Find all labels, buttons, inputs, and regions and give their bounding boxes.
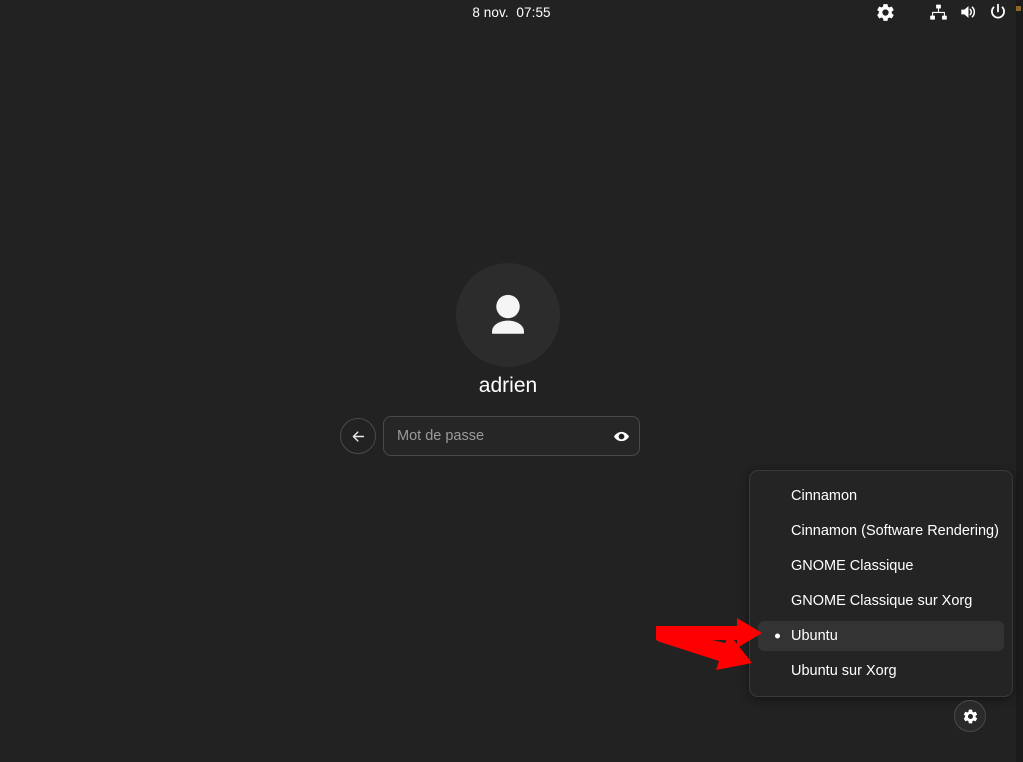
screen-right-edge — [1016, 0, 1023, 762]
session-menu-item-ubuntu[interactable]: Ubuntu — [758, 621, 1004, 651]
eye-icon[interactable] — [609, 424, 633, 448]
session-menu: Cinnamon Cinnamon (Software Rendering) G… — [749, 470, 1013, 697]
session-menu-item-label: Ubuntu — [791, 628, 838, 644]
session-chooser-button[interactable] — [954, 700, 986, 732]
selected-radio-dot — [775, 633, 780, 639]
avatar — [456, 263, 560, 367]
password-input[interactable] — [384, 417, 639, 455]
password-field-wrapper — [383, 416, 640, 456]
session-menu-item-label: Ubuntu sur Xorg — [791, 663, 897, 679]
session-menu-item-label: Cinnamon — [791, 488, 858, 504]
session-menu-item-gnome-classique[interactable]: GNOME Classique — [758, 551, 1004, 581]
back-button[interactable] — [340, 418, 376, 454]
session-menu-item-ubuntu-xorg[interactable]: Ubuntu sur Xorg — [758, 656, 1004, 686]
session-menu-item-gnome-classique-xorg[interactable]: GNOME Classique sur Xorg — [758, 586, 1004, 616]
auth-row — [340, 415, 640, 457]
session-menu-item-label: GNOME Classique — [791, 558, 914, 574]
session-menu-item-cinnamon[interactable]: Cinnamon — [758, 481, 1004, 511]
session-menu-item-cinnamon-software-rendering[interactable]: Cinnamon (Software Rendering) — [758, 516, 1004, 546]
session-menu-item-label: GNOME Classique sur Xorg — [791, 593, 973, 609]
username-label: adrien — [478, 374, 538, 397]
session-menu-item-label: Cinnamon (Software Rendering) — [791, 523, 999, 539]
screen-edge-marker — [1016, 6, 1021, 11]
